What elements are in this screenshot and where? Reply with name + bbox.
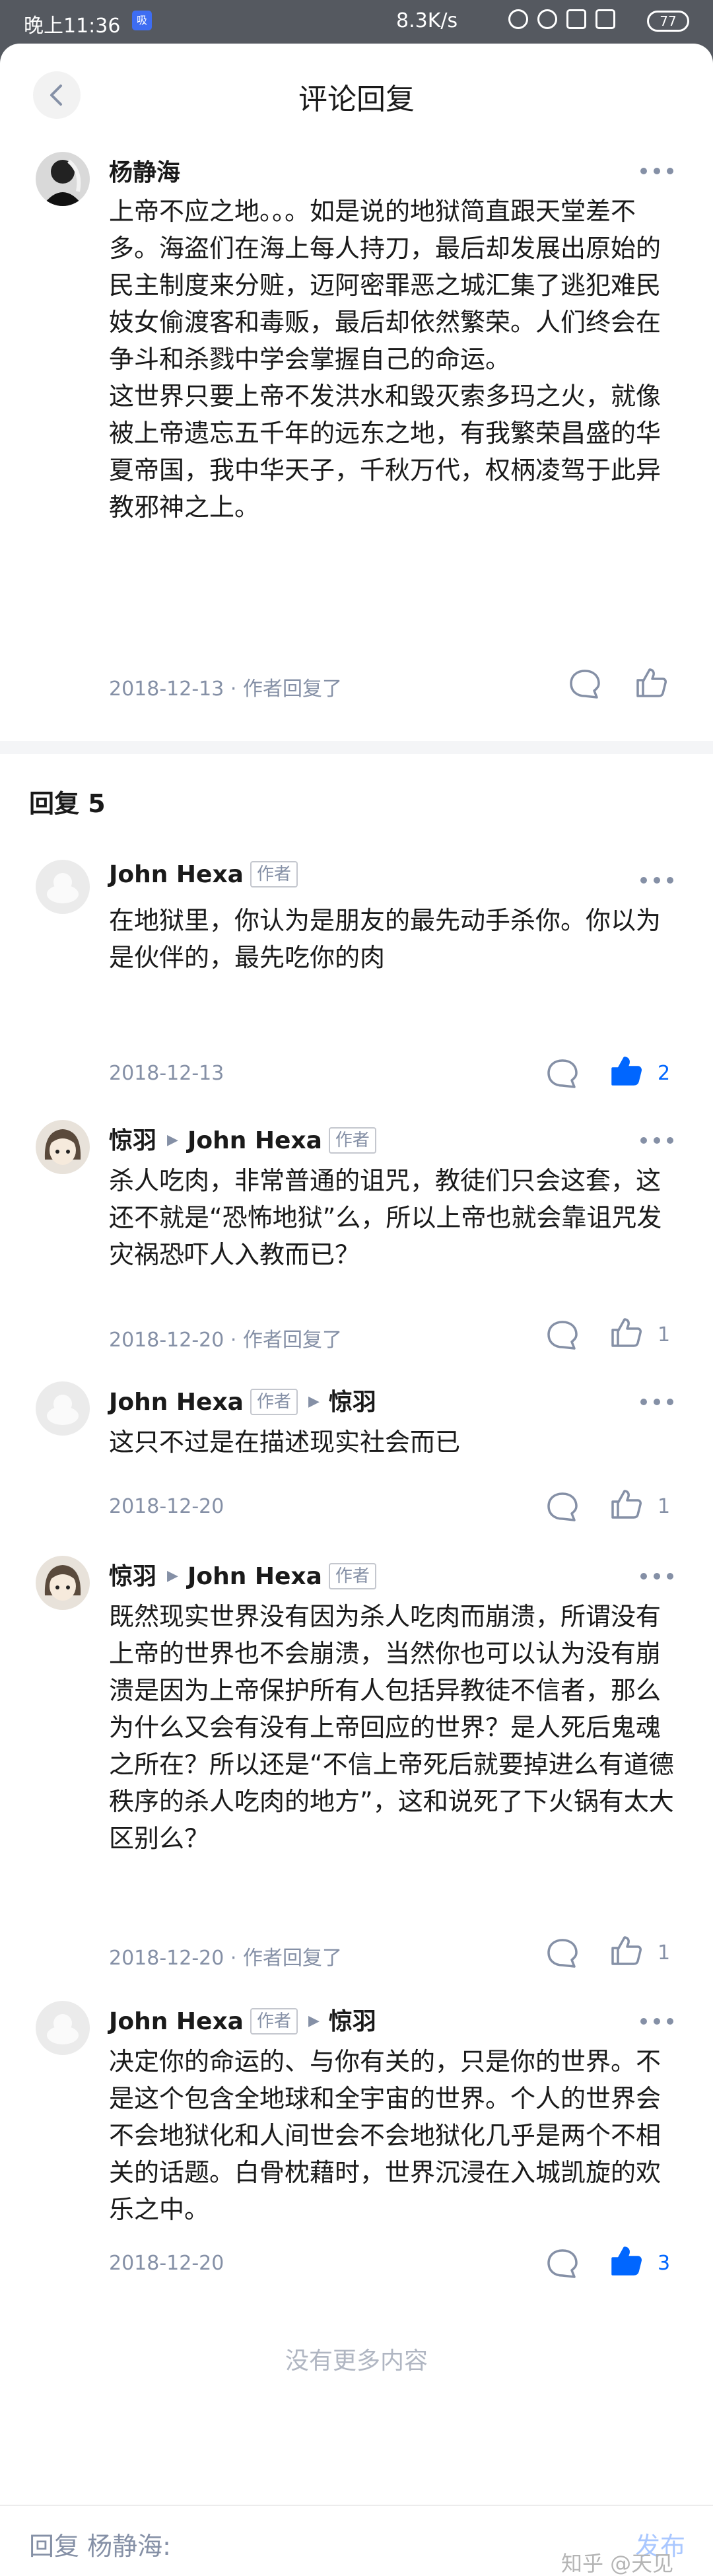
like-count: 1 bbox=[658, 1495, 671, 1518]
like-icon[interactable] bbox=[609, 1487, 643, 1521]
hd-icon bbox=[566, 9, 586, 29]
author-badge: 作者 bbox=[250, 1389, 298, 1415]
header: 评论回复 bbox=[0, 44, 713, 143]
avatar[interactable] bbox=[36, 152, 90, 206]
like-icon[interactable] bbox=[609, 1933, 643, 1968]
comment-paragraph: 上帝不应之地。。。如是说的地狱简直跟天堂差不多。海盗们在海上每人持刀，最后却发展… bbox=[109, 197, 662, 374]
author-badge: 作者 bbox=[328, 1563, 376, 1589]
author-name[interactable]: John Hexa bbox=[109, 1389, 244, 1416]
comment-icon[interactable] bbox=[545, 1058, 580, 1090]
reply-meta: 2018-12-20 · 作者回复了 bbox=[109, 1329, 342, 1352]
reply-arrow-icon: ▶ bbox=[308, 1393, 320, 1410]
author-badge: 作者 bbox=[250, 861, 298, 888]
reply-text: 杀人吃肉，非常普通的诅咒，教徒们只会这套，这还不就是“恐怖地狱”么，所以上帝也就… bbox=[109, 1166, 662, 1269]
reply-meta: 2018-12-13 bbox=[109, 1062, 224, 1085]
author-name[interactable]: John Hexa bbox=[109, 2008, 244, 2035]
author-name[interactable]: John Hexa bbox=[109, 861, 244, 888]
more-icon[interactable] bbox=[640, 2014, 677, 2027]
comment-icon[interactable] bbox=[545, 1319, 580, 1351]
reply-meta: 2018-12-20 · 作者回复了 bbox=[109, 1947, 342, 1970]
author-name[interactable]: 惊羽 bbox=[109, 1127, 156, 1154]
comment-icon[interactable] bbox=[545, 2248, 580, 2280]
comment-icon[interactable] bbox=[568, 668, 602, 700]
reply-arrow-icon: ▶ bbox=[308, 2013, 320, 2029]
reply-text: 在地狱里，你认为是朋友的最先动手杀你。你以为是伙伴的，最先吃你的肉 bbox=[109, 906, 662, 972]
comment-text: 上帝不应之地。。。如是说的地狱简直跟天堂差不多。海盗们在海上每人持刀，最后却发展… bbox=[109, 193, 677, 526]
alarm-icon bbox=[537, 9, 557, 29]
reply-author: 惊羽 ▶ John Hexa 作者 bbox=[109, 1121, 376, 1156]
avatar[interactable] bbox=[36, 860, 90, 914]
signal-icon bbox=[595, 9, 615, 29]
status-icons bbox=[508, 9, 634, 29]
reply-bar: 回复 杨静海: 发布 知乎 @天见 bbox=[0, 2505, 713, 2576]
author-badge: 作者 bbox=[328, 1127, 376, 1154]
avatar[interactable] bbox=[36, 1381, 90, 1436]
like-count: 1 bbox=[658, 1323, 671, 1346]
reply-input[interactable]: 回复 杨静海: bbox=[29, 2526, 171, 2562]
more-icon[interactable] bbox=[640, 1133, 677, 1146]
more-icon[interactable] bbox=[640, 1569, 677, 1582]
status-time: 晚上11:36 bbox=[24, 15, 121, 38]
comment-meta: 2018-12-13 · 作者回复了 bbox=[109, 678, 342, 701]
reply-author: John Hexa 作者 ▶ 惊羽 bbox=[109, 2002, 376, 2036]
section-divider bbox=[0, 741, 713, 754]
reply-text: 决定你的命运的、与你有关的，只是你的世界。不是这个包含全地球和全宇宙的世界。个人… bbox=[109, 2047, 662, 2224]
reply-to-name[interactable]: 惊羽 bbox=[329, 2008, 376, 2035]
reply-arrow-icon: ▶ bbox=[167, 1568, 178, 1584]
reply-author: John Hexa 作者 bbox=[109, 861, 298, 888]
end-of-list-text: 没有更多内容 bbox=[285, 2348, 428, 2375]
page-title: 评论回复 bbox=[298, 83, 415, 116]
reply-to-name[interactable]: John Hexa bbox=[187, 1563, 322, 1590]
watermark: 知乎 @天见 bbox=[561, 2551, 674, 2576]
more-icon[interactable] bbox=[640, 873, 677, 886]
reply-author: 惊羽 ▶ John Hexa 作者 bbox=[109, 1557, 376, 1591]
like-count: 2 bbox=[658, 1062, 671, 1085]
reply-meta: 2018-12-20 bbox=[109, 2252, 224, 2275]
like-count: 1 bbox=[658, 1941, 671, 1965]
reply-arrow-icon: ▶ bbox=[167, 1132, 178, 1148]
reply-text: 既然现实世界没有因为杀人吃肉而崩溃，所谓没有上帝的世界也不会崩溃，当然你也可以认… bbox=[109, 1602, 674, 1853]
app-notification-icon: 吸 bbox=[132, 11, 152, 30]
avatar[interactable] bbox=[36, 1120, 90, 1174]
reply-meta: 2018-12-20 bbox=[109, 1495, 224, 1518]
mute-icon bbox=[508, 9, 528, 29]
more-icon[interactable] bbox=[640, 1395, 677, 1408]
network-speed: 8.3K/s bbox=[396, 9, 458, 32]
avatar[interactable] bbox=[36, 1556, 90, 1610]
like-icon[interactable] bbox=[609, 1315, 643, 1350]
battery-icon: 77 bbox=[647, 11, 689, 32]
like-icon[interactable] bbox=[634, 666, 668, 700]
author-name[interactable]: 惊羽 bbox=[109, 1563, 156, 1590]
avatar[interactable] bbox=[36, 2001, 90, 2055]
like-count: 3 bbox=[658, 2252, 671, 2275]
reply-text: 这只不过是在描述现实社会而已 bbox=[109, 1428, 461, 1457]
reply-author: John Hexa 作者 ▶ 惊羽 bbox=[109, 1383, 376, 1417]
comment-paragraph: 这世界只要上帝不发洪水和毁灭索多玛之火，就像被上帝遗忘五千年的远东之地，有我繁荣… bbox=[109, 382, 662, 522]
comment-icon[interactable] bbox=[545, 1937, 580, 1969]
author-badge: 作者 bbox=[250, 2008, 298, 2035]
comment-author[interactable]: 杨静海 bbox=[109, 153, 180, 188]
reply-to-name[interactable]: 惊羽 bbox=[329, 1389, 376, 1416]
reply-to-name[interactable]: John Hexa bbox=[187, 1127, 322, 1154]
comment-icon[interactable] bbox=[545, 1491, 580, 1523]
replies-count-heading: 回复 5 bbox=[29, 789, 106, 818]
more-icon[interactable] bbox=[640, 164, 677, 177]
status-bar: 晚上11:36 吸 8.3K/s 77 bbox=[0, 0, 713, 44]
like-icon-active[interactable] bbox=[609, 1054, 643, 1088]
reply-sheet: 评论回复 杨静海 上帝不应之地。。。如是说的地狱简直跟天堂差不多。海盗们在海上每… bbox=[0, 44, 713, 2576]
like-icon-active[interactable] bbox=[609, 2244, 643, 2278]
